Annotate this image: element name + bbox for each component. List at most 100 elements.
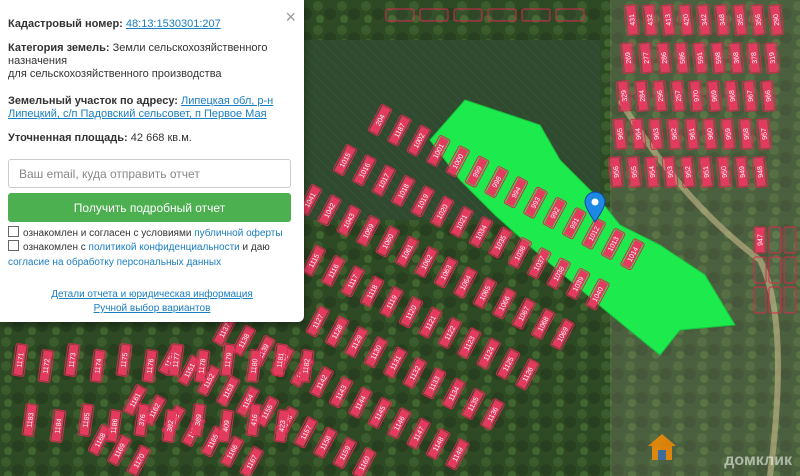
cadastral-plot[interactable]: 947 [753, 226, 767, 254]
consent-privacy-text: ознакомлен с [23, 242, 86, 253]
cadastral-plot[interactable]: 966 [759, 80, 777, 112]
cadastral-plot[interactable]: 319 [763, 42, 781, 74]
cadastral-plot[interactable]: 368 [727, 42, 745, 74]
land-category-row: Категория земель: Земли сельскохозяйстве… [8, 42, 284, 81]
cadastral-number-link[interactable]: 48:13:1530301:207 [126, 18, 221, 30]
cadastral-plot[interactable]: 284 [633, 80, 651, 112]
plot-number: 342 [701, 14, 709, 26]
cadastral-plot[interactable]: 948 [751, 156, 769, 188]
cadastral-plot[interactable] [753, 256, 767, 284]
cadastral-plot[interactable]: 957 [755, 118, 773, 150]
cadastral-plot[interactable]: 951 [697, 156, 715, 188]
cadastral-number-label: Кадастровый номер: [8, 18, 123, 30]
cadastral-plot[interactable] [768, 226, 782, 254]
cadastral-plot[interactable]: 964 [629, 118, 647, 150]
cadastral-plot[interactable]: 591 [691, 42, 709, 74]
cadastral-plot[interactable] [419, 8, 449, 22]
cadastral-plot[interactable]: 329 [615, 80, 633, 112]
cadastral-plot[interactable] [783, 226, 797, 254]
plot-number: 967 [747, 90, 755, 102]
cadastral-plot[interactable]: 970 [687, 80, 705, 112]
plot-number: 355 [737, 14, 745, 26]
privacy-checkbox[interactable] [8, 240, 19, 251]
cadastral-plot[interactable]: 969 [705, 80, 723, 112]
email-input[interactable] [8, 159, 291, 188]
cadastral-plot[interactable]: 277 [637, 42, 655, 74]
personal-data-consent-link[interactable]: согласие на обработку персональных данны… [8, 257, 221, 268]
area-value: 42 668 кв.м. [130, 132, 192, 144]
cadastral-plot[interactable]: 431 [623, 4, 641, 36]
close-icon[interactable]: × [285, 8, 296, 26]
cadastral-plot[interactable]: 961 [683, 118, 701, 150]
cadastral-number-row: Кадастровый номер: 48:13:1530301:207 [8, 18, 284, 31]
get-report-button[interactable]: Получить подробный отчет [8, 193, 291, 222]
cadastral-plot[interactable] [555, 8, 585, 22]
cadastral-plot[interactable]: 968 [723, 80, 741, 112]
report-details-link[interactable]: Детали отчета и юридическая информация [51, 289, 253, 300]
cadastral-plot[interactable]: 949 [733, 156, 751, 188]
cadastral-plot[interactable]: 962 [665, 118, 683, 150]
plot-number: 319 [769, 52, 777, 64]
manual-selection-link[interactable]: Ручной выбор вариантов [94, 303, 211, 314]
cadastral-plot[interactable] [385, 8, 415, 22]
public-offer-link[interactable]: публичной оферты [194, 228, 282, 239]
cadastral-plot[interactable] [453, 8, 483, 22]
cadastral-plot[interactable]: 953 [661, 156, 679, 188]
cadastral-plot[interactable]: 956 [607, 156, 625, 188]
cadastral-plot[interactable]: 960 [701, 118, 719, 150]
address-label: Земельный участок по адресу: [8, 95, 178, 107]
cadastral-plot[interactable] [521, 8, 551, 22]
cadastral-plot[interactable] [783, 256, 797, 284]
cadastral-plot[interactable]: 967 [741, 80, 759, 112]
plot-number: 966 [765, 90, 773, 102]
cadastral-plot[interactable]: 269 [619, 42, 637, 74]
cadastral-plot[interactable]: 432 [641, 4, 659, 36]
cadastral-plot[interactable]: 955 [625, 156, 643, 188]
cadastral-plot[interactable]: 355 [731, 4, 749, 36]
plot-number: 378 [751, 52, 759, 64]
privacy-policy-link[interactable]: политикой конфиденциальности [89, 242, 240, 253]
cadastral-plot[interactable] [768, 256, 782, 284]
cadastral-plot[interactable]: 378 [745, 42, 763, 74]
watermark-text: домклик [724, 452, 792, 469]
cadastral-plot[interactable]: 958 [737, 118, 755, 150]
offer-checkbox[interactable] [8, 226, 19, 237]
cadastral-plot[interactable]: 950 [715, 156, 733, 188]
address-row: Земельный участок по адресу: Липецкая об… [8, 95, 284, 121]
cadastral-plot[interactable]: 959 [719, 118, 737, 150]
cadastral-plot[interactable]: 286 [655, 42, 673, 74]
cadastral-plot[interactable]: 413 [659, 4, 677, 36]
plot-number: 949 [739, 166, 747, 178]
plot-number: 965 [617, 128, 625, 140]
cadastral-plot[interactable]: 348 [713, 4, 731, 36]
cadastral-plot[interactable]: 598 [709, 42, 727, 74]
plot-number: 356 [755, 14, 763, 26]
cadastral-plot[interactable]: 296 [651, 80, 669, 112]
plot-number: 953 [667, 166, 675, 178]
cadastral-plot[interactable]: 954 [643, 156, 661, 188]
cadastral-plot[interactable] [768, 286, 782, 314]
cadastral-plot[interactable]: 342 [695, 4, 713, 36]
cadastral-plot[interactable]: 586 [673, 42, 691, 74]
cadastral-plot[interactable] [753, 286, 767, 314]
cadastral-plot[interactable]: 963 [647, 118, 665, 150]
details-link-row: Детали отчета и юридическая информация [0, 289, 304, 300]
plot-number: 959 [725, 128, 733, 140]
cadastral-plot[interactable] [487, 8, 517, 22]
plot-number: 957 [761, 128, 769, 140]
land-category-label: Категория земель: [8, 42, 110, 54]
land-category-usage: для сельскохозяйственного производства [8, 68, 222, 80]
cadastral-plot[interactable]: 420 [677, 4, 695, 36]
plot-number: 950 [721, 166, 729, 178]
consent-privacy[interactable]: ознакомлен с политикой конфиденциальност… [8, 240, 298, 270]
cadastral-plot[interactable]: 356 [749, 4, 767, 36]
plot-number: 586 [679, 52, 687, 64]
cadastral-plot[interactable] [783, 286, 797, 314]
consent-offer[interactable]: ознакомлен и согласен с условиями публич… [8, 226, 298, 241]
cadastral-plot[interactable]: 965 [611, 118, 629, 150]
cadastral-plot[interactable]: 952 [679, 156, 697, 188]
plot-number: 368 [733, 52, 741, 64]
cadastral-plot[interactable]: 257 [669, 80, 687, 112]
plot-number: 954 [649, 166, 657, 178]
cadastral-plot[interactable]: 290 [767, 4, 785, 36]
